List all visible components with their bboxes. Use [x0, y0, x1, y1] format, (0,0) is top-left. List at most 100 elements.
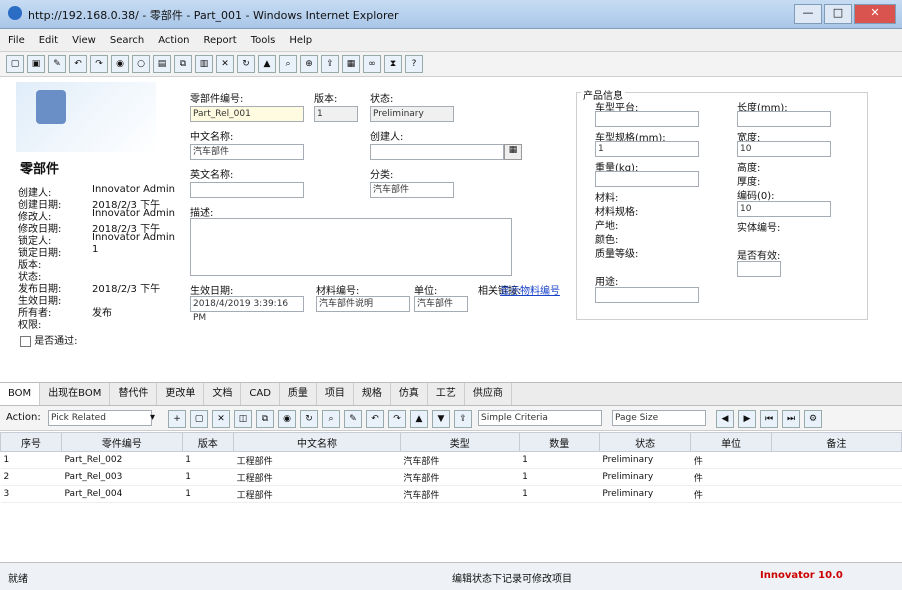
lock-icon[interactable]: ◉ [111, 55, 129, 73]
description-textarea[interactable] [190, 218, 512, 276]
approved-checkbox[interactable] [20, 335, 31, 347]
up-grid-icon[interactable]: ▲ [410, 410, 428, 428]
lock-row-icon[interactable]: ◉ [278, 410, 296, 428]
paste-icon[interactable]: ▥ [195, 55, 213, 73]
delete-row-icon[interactable]: ✕ [212, 410, 230, 428]
type-field[interactable]: 汽车部件 [370, 182, 454, 198]
tab-substitute[interactable]: 替代件 [110, 383, 158, 405]
prop-field[interactable] [595, 287, 699, 303]
search-icon[interactable]: ⌕ [279, 55, 297, 73]
search-mode-select[interactable]: Simple Criteria [478, 410, 602, 426]
action-select[interactable]: Pick Related [48, 410, 152, 426]
save-icon[interactable]: ▣ [27, 55, 45, 73]
copy-row-icon[interactable]: ⧉ [256, 410, 274, 428]
prop-field[interactable]: 10 [737, 141, 831, 157]
prop-field[interactable] [595, 111, 699, 127]
tab-process[interactable]: 工艺 [428, 383, 465, 405]
calendar-icon[interactable]: ▦ [504, 144, 522, 160]
unlock-icon[interactable]: ○ [132, 55, 150, 73]
tab-spec[interactable]: 规格 [354, 383, 391, 405]
delete-icon[interactable]: ✕ [216, 55, 234, 73]
col-header[interactable]: 状态 [598, 432, 692, 452]
table-row[interactable]: 3 Part_Rel_004 1 工程部件 汽车部件 1 Preliminary… [0, 485, 902, 503]
link-icon[interactable]: ∞ [363, 55, 381, 73]
tab-change[interactable]: 更改单 [157, 383, 205, 405]
menu-report[interactable]: Report [204, 35, 237, 46]
chevron-down-icon[interactable]: ▾ [150, 412, 155, 423]
options-icon[interactable]: ⚙ [804, 410, 822, 428]
tab-where-used[interactable]: 出现在BOM [40, 383, 111, 405]
version-icon[interactable]: ⧗ [384, 55, 402, 73]
tab-supplier[interactable]: 供应商 [465, 383, 512, 405]
print-icon[interactable]: ▤ [153, 55, 171, 73]
next-page-icon[interactable]: ▶ [738, 410, 756, 428]
refresh-grid-icon[interactable]: ↻ [300, 410, 318, 428]
add-row-icon[interactable]: + [168, 410, 186, 428]
new-icon[interactable]: ▢ [6, 55, 24, 73]
export-icon[interactable]: ⇪ [321, 55, 339, 73]
page-size-field[interactable]: Page Size [612, 410, 706, 426]
tab-quality[interactable]: 质量 [280, 383, 317, 405]
minimize-button[interactable]: — [794, 4, 822, 24]
last-page-icon[interactable]: ⏭ [782, 410, 800, 428]
prop-field[interactable]: 10 [737, 201, 831, 217]
tab-simulation[interactable]: 仿真 [391, 383, 428, 405]
undo-grid-icon[interactable]: ↶ [366, 410, 384, 428]
view-icon[interactable]: ◫ [234, 410, 252, 428]
part-no-field[interactable]: Part_Rel_001 [190, 106, 304, 122]
export-grid-icon[interactable]: ⇪ [454, 410, 472, 428]
edit-icon[interactable]: ✎ [48, 55, 66, 73]
report-icon[interactable]: ▦ [342, 55, 360, 73]
col-header[interactable]: 中文名称 [233, 432, 401, 452]
col-header[interactable]: 数量 [518, 432, 600, 452]
effective-field[interactable]: 2018/4/2019 3:39:16 PM [190, 296, 304, 323]
col-header[interactable]: 备注 [770, 432, 902, 452]
prop-field[interactable] [595, 171, 699, 187]
attach-icon[interactable]: ⊕ [300, 55, 318, 73]
maximize-button[interactable]: □ [824, 4, 852, 24]
edit-grid-icon[interactable]: ✎ [344, 410, 362, 428]
col-header[interactable]: 类型 [399, 432, 520, 452]
col-header[interactable]: 序号 [0, 432, 63, 452]
redo-grid-icon[interactable]: ↷ [388, 410, 406, 428]
status-field[interactable]: Preliminary [370, 106, 454, 122]
menu-view[interactable]: View [72, 35, 96, 46]
prev-page-icon[interactable]: ◀ [716, 410, 734, 428]
table-row[interactable]: 1 Part_Rel_002 1 工程部件 汽车部件 1 Preliminary… [0, 451, 902, 469]
col-header[interactable]: 版本 [181, 432, 235, 452]
tab-project[interactable]: 项目 [317, 383, 354, 405]
refresh-icon[interactable]: ↻ [237, 55, 255, 73]
related-link[interactable]: 显示物料编号 [500, 282, 560, 297]
col-header[interactable]: 零件编号 [61, 432, 183, 452]
undo-icon[interactable]: ↶ [69, 55, 87, 73]
menu-file[interactable]: File [8, 35, 25, 46]
prop-field[interactable] [737, 261, 781, 277]
material-field[interactable]: 汽车部件说明 [316, 296, 410, 312]
menu-help[interactable]: Help [289, 35, 312, 46]
copy-icon[interactable]: ⧉ [174, 55, 192, 73]
promote-icon[interactable]: ▲ [258, 55, 276, 73]
en-name-field[interactable] [190, 182, 304, 198]
tab-documents[interactable]: 文档 [204, 383, 242, 405]
version-field[interactable]: 1 [314, 106, 358, 122]
col-header[interactable]: 单位 [690, 432, 772, 452]
menu-edit[interactable]: Edit [39, 35, 58, 46]
tab-bom[interactable]: BOM [0, 383, 41, 405]
cn-name-field[interactable]: 汽车部件 [190, 144, 304, 160]
menu-tools[interactable]: Tools [251, 35, 276, 46]
menu-action[interactable]: Action [158, 35, 189, 46]
table-row[interactable]: 2 Part_Rel_003 1 工程部件 汽车部件 1 Preliminary… [0, 468, 902, 486]
search-grid-icon[interactable]: ⌕ [322, 410, 340, 428]
creator-field[interactable] [370, 144, 504, 160]
redo-icon[interactable]: ↷ [90, 55, 108, 73]
prop-field[interactable]: 1 [595, 141, 699, 157]
menu-search[interactable]: Search [110, 35, 144, 46]
prop-field[interactable] [737, 111, 831, 127]
help-icon[interactable]: ? [405, 55, 423, 73]
unit-field[interactable]: 汽车部件 [414, 296, 468, 312]
down-grid-icon[interactable]: ▼ [432, 410, 450, 428]
first-page-icon[interactable]: ⏮ [760, 410, 778, 428]
tab-cad[interactable]: CAD [241, 383, 280, 405]
close-button[interactable]: ✕ [854, 4, 896, 24]
pick-icon[interactable]: ▢ [190, 410, 208, 428]
